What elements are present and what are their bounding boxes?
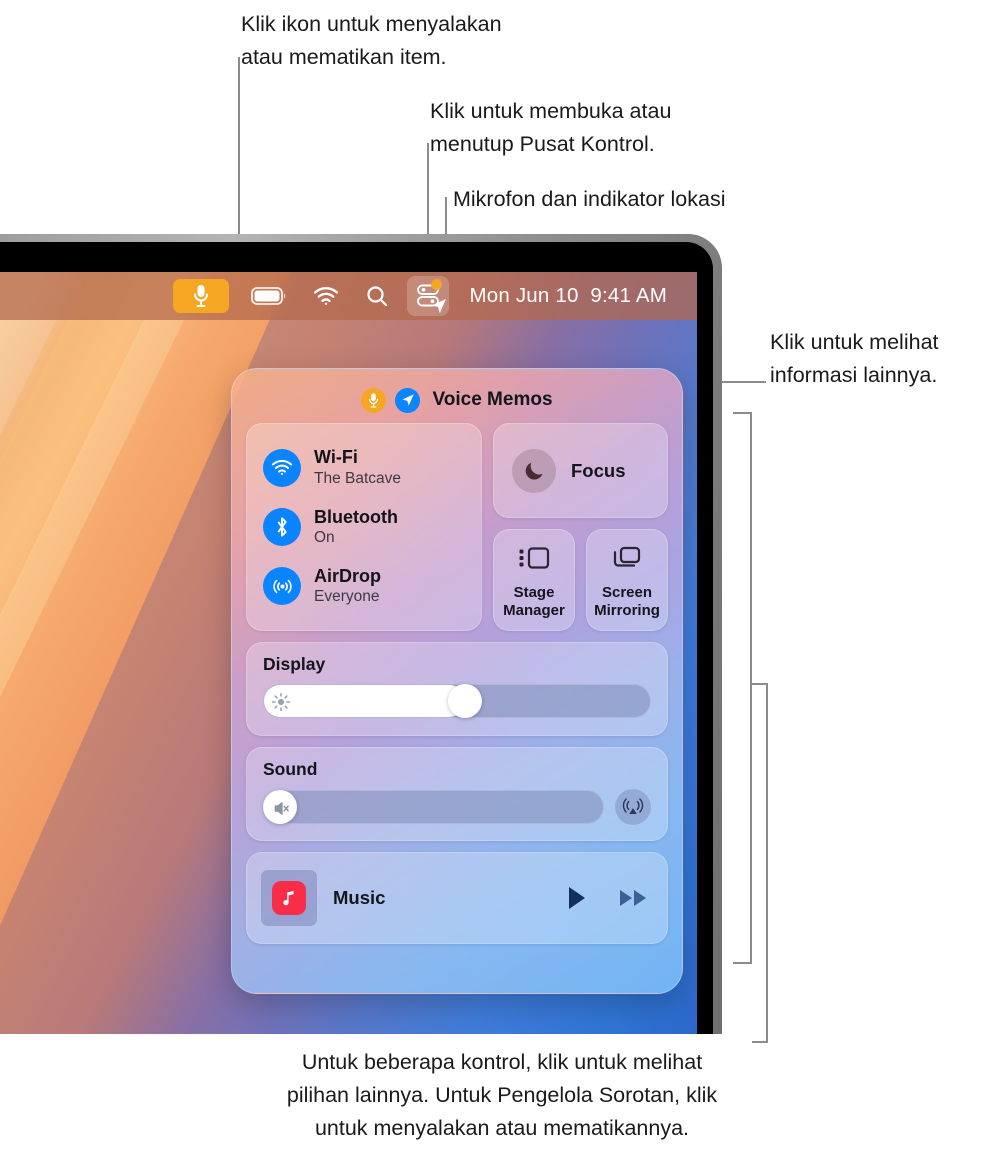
focus-control[interactable]: Focus: [493, 423, 668, 518]
wifi-icon[interactable]: [313, 279, 339, 313]
stage-manager-control[interactable]: Stage Manager: [493, 529, 575, 631]
bluetooth-subtitle: On: [314, 528, 335, 546]
fast-forward-icon[interactable]: [619, 887, 649, 909]
callout-bottom: Untuk beberapa kontrol, klik untuk melih…: [286, 1050, 718, 1140]
stage-manager-label: Stage Manager: [503, 584, 565, 619]
airdrop-subtitle: Everyone: [314, 588, 380, 606]
sound-control: Sound: [246, 747, 668, 841]
screen-mirroring-icon: [610, 544, 644, 577]
wifi-subtitle: The Batcave: [314, 469, 402, 487]
control-center-right-column: Focus Stage Manager Screen Mirroring: [493, 423, 668, 631]
brightness-slider[interactable]: [263, 684, 651, 718]
screen-mirroring-label: Screen Mirroring: [594, 584, 660, 619]
callout-top-left: Klik ikon untuk menyalakan atau mematika…: [241, 12, 502, 69]
control-center-top-grid: Wi-Fi The Batcave Bluetooth On AirDrop E…: [246, 423, 668, 631]
battery-icon[interactable]: [251, 279, 287, 313]
leader-line-bottom-caption: [766, 683, 768, 1043]
callout-top-right: Mikrofon dan indikator lokasi: [453, 187, 726, 211]
sound-title: Sound: [263, 759, 318, 779]
bracket-right-inner: [750, 412, 752, 964]
square-tiles-row: Stage Manager Screen Mirroring: [493, 529, 668, 631]
screen-mirroring-control[interactable]: Screen Mirroring: [586, 529, 668, 631]
laptop-mockup: Mon Jun 10 9:41 AM Voice Memos Wi-Fi The…: [0, 234, 722, 1034]
control-center-panel: Voice Memos Wi-Fi The Batcave Bluetooth …: [231, 368, 683, 994]
bluetooth-title: Bluetooth: [314, 506, 398, 527]
bracket-right-inner-top: [733, 412, 752, 414]
music-control[interactable]: Music: [246, 852, 668, 944]
moon-icon: [512, 448, 556, 493]
leader-stub-bottom-caption: [752, 1041, 768, 1043]
music-label: Music: [333, 887, 386, 908]
wifi-control[interactable]: Wi-Fi The Batcave: [263, 447, 481, 488]
music-app-icon: [272, 881, 306, 915]
callout-top-middle: Klik untuk membuka atau menutup Pusat Ko…: [430, 99, 672, 156]
brightness-icon: [268, 689, 294, 715]
wifi-icon: [263, 448, 301, 487]
voice-memos-label: Voice Memos: [432, 389, 553, 410]
airplay-audio-icon[interactable]: [615, 789, 651, 825]
control-center-icon[interactable]: [407, 276, 450, 316]
connectivity-tile: Wi-Fi The Batcave Bluetooth On AirDrop E…: [246, 423, 482, 631]
airdrop-title: AirDrop: [314, 566, 381, 587]
search-icon[interactable]: [365, 279, 389, 313]
stage-manager-icon: [516, 544, 552, 577]
recording-indicator-dot: [431, 279, 443, 290]
airdrop-control[interactable]: AirDrop Everyone: [263, 566, 481, 607]
wifi-title: Wi-Fi: [314, 447, 358, 468]
bluetooth-icon: [263, 507, 301, 546]
menu-bar-clock[interactable]: Mon Jun 10 9:41 AM: [469, 284, 667, 308]
location-arrow-icon: [432, 299, 447, 313]
focus-label: Focus: [571, 459, 626, 481]
display-control: Display: [246, 642, 668, 736]
music-album-art: [261, 870, 317, 926]
mute-icon: [268, 795, 294, 821]
display-title: Display: [263, 654, 326, 674]
play-icon[interactable]: [565, 885, 589, 911]
callout-right-upper: Klik untuk melihat informasi lainnya.: [770, 330, 939, 387]
bluetooth-control[interactable]: Bluetooth On: [263, 507, 481, 548]
voice-memos-indicator-row[interactable]: Voice Memos: [246, 383, 668, 417]
laptop-screen: Mon Jun 10 9:41 AM Voice Memos Wi-Fi The…: [0, 272, 697, 1034]
location-arrow-icon: [395, 387, 421, 413]
microphone-icon: [361, 387, 387, 413]
airdrop-icon: [263, 567, 301, 606]
bracket-right-inner-bottom: [733, 962, 752, 964]
menu-bar: Mon Jun 10 9:41 AM: [0, 272, 697, 320]
microphone-indicator-icon[interactable]: [173, 279, 230, 313]
volume-slider[interactable]: [263, 790, 604, 824]
